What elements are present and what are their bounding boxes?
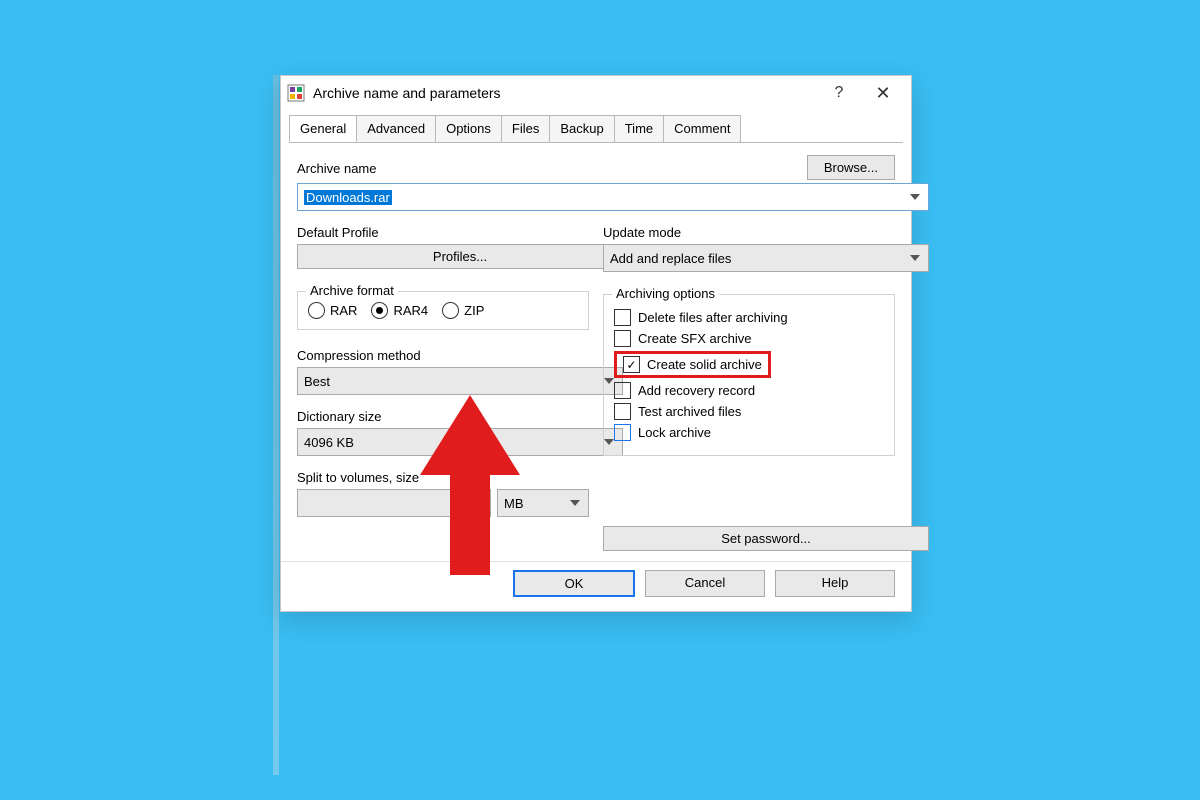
split-unit-select[interactable]: MB bbox=[497, 489, 589, 517]
tab-strip: General Advanced Options Files Backup Ti… bbox=[281, 110, 911, 142]
left-column: Default Profile Profiles... Archive form… bbox=[297, 225, 589, 551]
tab-time[interactable]: Time bbox=[614, 115, 664, 142]
tab-files[interactable]: Files bbox=[501, 115, 550, 142]
radio-zip-label: ZIP bbox=[464, 303, 484, 318]
dictionary-size-label: Dictionary size bbox=[297, 409, 589, 424]
archive-name-value: Downloads.rar bbox=[304, 190, 392, 205]
tab-advanced[interactable]: Advanced bbox=[356, 115, 436, 142]
ok-button[interactable]: OK bbox=[513, 570, 635, 597]
tab-general[interactable]: General bbox=[289, 115, 357, 142]
cancel-button[interactable]: Cancel bbox=[645, 570, 765, 597]
close-button[interactable]: ✕ bbox=[861, 79, 905, 107]
screenshot-stage: Archive name and parameters ? ✕ General … bbox=[0, 0, 1200, 800]
dialog-buttons: OK Cancel Help bbox=[281, 561, 911, 611]
check-create-solid-label: Create solid archive bbox=[647, 357, 762, 372]
default-profile-label: Default Profile bbox=[297, 225, 589, 240]
tab-options[interactable]: Options bbox=[435, 115, 502, 142]
check-create-sfx[interactable]: Create SFX archive bbox=[614, 330, 884, 347]
radio-rar-label: RAR bbox=[330, 303, 357, 318]
dialog-window: Archive name and parameters ? ✕ General … bbox=[280, 75, 912, 612]
highlight-solid-archive: ✓ Create solid archive bbox=[614, 351, 771, 378]
help-button[interactable]: ? bbox=[817, 79, 861, 107]
dialog-body: Archive name Browse... Downloads.rar Def… bbox=[281, 143, 911, 561]
check-delete-after-label: Delete files after archiving bbox=[638, 310, 788, 325]
set-password-button[interactable]: Set password... bbox=[603, 526, 929, 551]
check-create-sfx-label: Create SFX archive bbox=[638, 331, 751, 346]
check-test-archived[interactable]: Test archived files bbox=[614, 403, 884, 420]
check-recovery-record-label: Add recovery record bbox=[638, 383, 755, 398]
archive-format-legend: Archive format bbox=[306, 283, 398, 298]
compression-method-select[interactable]: Best bbox=[297, 367, 623, 395]
split-volumes-label: Split to volumes, size bbox=[297, 470, 589, 485]
check-test-archived-label: Test archived files bbox=[638, 404, 741, 419]
tab-comment[interactable]: Comment bbox=[663, 115, 741, 142]
titlebar: Archive name and parameters ? ✕ bbox=[281, 76, 911, 110]
check-delete-after[interactable]: Delete files after archiving bbox=[614, 309, 884, 326]
archive-name-input[interactable]: Downloads.rar bbox=[297, 183, 929, 211]
profiles-button[interactable]: Profiles... bbox=[297, 244, 623, 269]
update-mode-select[interactable]: Add and replace files bbox=[603, 244, 929, 272]
archive-format-group: Archive format RAR RAR4 ZIP bbox=[297, 291, 589, 330]
radio-rar4-label: RAR4 bbox=[393, 303, 428, 318]
dialog-title: Archive name and parameters bbox=[313, 85, 817, 101]
archiving-options-legend: Archiving options bbox=[612, 286, 719, 301]
help-footer-button[interactable]: Help bbox=[775, 570, 895, 597]
app-icon bbox=[287, 84, 305, 102]
compression-method-label: Compression method bbox=[297, 348, 589, 363]
dictionary-size-select[interactable]: 4096 KB bbox=[297, 428, 623, 456]
tab-backup[interactable]: Backup bbox=[549, 115, 614, 142]
radio-rar4[interactable]: RAR4 bbox=[371, 302, 428, 319]
split-unit-value: MB bbox=[504, 496, 524, 511]
check-recovery-record[interactable]: Add recovery record bbox=[614, 382, 884, 399]
check-lock-archive-label: Lock archive bbox=[638, 425, 711, 440]
check-lock-archive[interactable]: Lock archive bbox=[614, 424, 884, 441]
radio-rar[interactable]: RAR bbox=[308, 302, 357, 319]
update-mode-value: Add and replace files bbox=[610, 251, 731, 266]
split-size-input[interactable] bbox=[297, 489, 491, 517]
compression-method-value: Best bbox=[304, 374, 330, 389]
archive-name-label: Archive name bbox=[297, 161, 376, 176]
radio-zip[interactable]: ZIP bbox=[442, 302, 484, 319]
check-create-solid[interactable]: ✓ bbox=[623, 356, 640, 373]
dictionary-size-value: 4096 KB bbox=[304, 435, 354, 450]
browse-button[interactable]: Browse... bbox=[807, 155, 895, 180]
update-mode-label: Update mode bbox=[603, 225, 895, 240]
archiving-options-group: Archiving options Delete files after arc… bbox=[603, 294, 895, 456]
right-column: Update mode Add and replace files Archiv… bbox=[603, 225, 895, 551]
